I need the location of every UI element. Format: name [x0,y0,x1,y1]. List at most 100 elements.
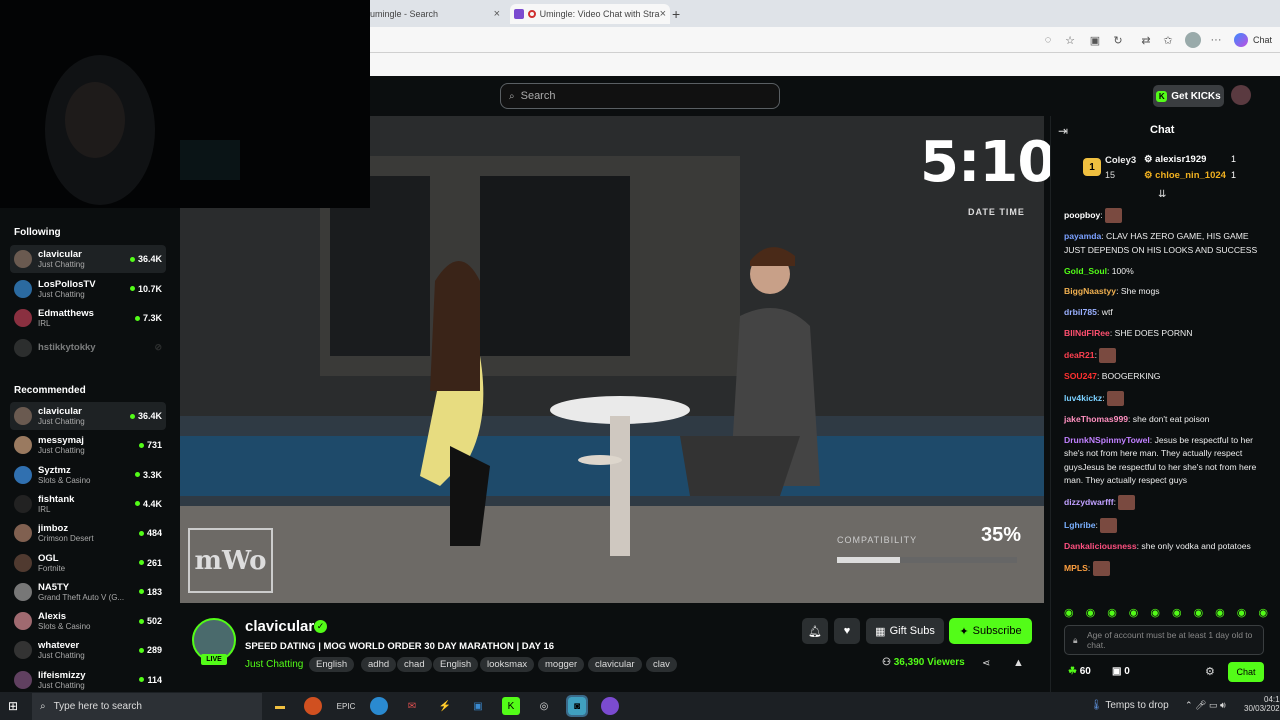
following-channel-row[interactable]: hstikkytokky ⊘ [10,334,166,362]
user-avatar[interactable] [1231,85,1251,105]
star-icon[interactable]: ☆ [1062,32,1078,48]
emote-icon[interactable]: ◉ [1064,606,1074,619]
emote-icon[interactable]: ◉ [1237,606,1247,619]
notification-bell-button[interactable]: 🔔︎ [802,618,828,644]
chat-username[interactable]: Lghribe [1064,519,1096,529]
chat-input[interactable]: 🔒︎ Age of account must be at least 1 day … [1064,625,1264,655]
recommended-channel-row[interactable]: whatever Just Chatting 289 [10,636,166,664]
chat-settings-icon[interactable]: ⚙ [1205,665,1215,678]
get-kicks-button[interactable]: K Get KICKs [1153,85,1224,107]
search-input[interactable]: ⌕ Search [500,83,780,109]
chat-username[interactable]: DrunkNSpinmyTowel [1064,435,1150,445]
collapse-chat-icon[interactable]: ⇥ [1058,124,1068,138]
file-explorer-icon[interactable]: ▬ [271,697,289,715]
recommended-channel-row[interactable]: Alexis Slots & Casino 502 [10,607,166,635]
chat-username[interactable]: dizzydwarfff [1064,497,1114,507]
emote-icon[interactable]: ◉ [1086,606,1096,619]
tab-umingle-search[interactable]: umingle - Search × [370,4,500,24]
following-channel-row[interactable]: Edmatthews IRL 7.3K [10,304,166,332]
chat-username[interactable]: Dankaliciousness [1064,541,1137,551]
favorites-icon[interactable]: ✩ [1160,32,1176,48]
recommended-channel-row[interactable]: messymaj Just Chatting 731 [10,431,166,459]
chat-username[interactable]: payamda [1064,231,1101,241]
emote-icon[interactable]: ◉ [1172,606,1182,619]
emote-icon[interactable]: ◉ [1107,606,1117,619]
windows-start-icon[interactable]: ⊞ [8,699,22,713]
leaderboard-top-name[interactable]: Coley3 [1105,155,1136,166]
recommended-channel-row[interactable]: jimboz Crimson Desert 484 [10,519,166,547]
chat-username[interactable]: luv4kickz [1064,393,1102,403]
stream-tag[interactable]: adhd [361,657,397,672]
stream-tag[interactable]: clavicular [588,657,642,672]
new-tab-button[interactable]: + [672,4,686,24]
emote-icon[interactable]: ◉ [1150,606,1160,619]
edge-icon[interactable] [370,697,388,715]
follow-button[interactable]: ♥ [834,618,860,644]
report-icon[interactable]: ▲ [1013,657,1024,669]
discord-icon[interactable]: ◙ [566,695,588,717]
tray-icons[interactable]: ⌃ 🎤︎ ▭ 🔊︎ [1185,700,1226,711]
stream-tag[interactable]: mogger [538,657,585,672]
chat-username[interactable]: poopboy [1064,210,1100,220]
split-icon[interactable]: ⇄ [1138,32,1154,48]
refresh-icon[interactable]: ↻ [1110,32,1126,48]
kicks-balance[interactable]: ▣ 0 [1112,666,1130,677]
umingle-app-icon[interactable] [601,697,619,715]
emote-icon[interactable]: ◉ [1129,606,1139,619]
kick-app-icon[interactable]: K [502,697,520,715]
channel-name: OGL [38,552,59,564]
firefox-icon[interactable] [304,697,322,715]
more-icon[interactable]: ··· [1208,32,1224,48]
send-chat-button[interactable]: Chat [1228,662,1264,682]
epic-games-icon[interactable]: EPIC [337,697,356,715]
recommended-channel-row[interactable]: clavicular Just Chatting 36.4K [10,402,166,430]
taskbar-search[interactable]: ⌕ Type here to search [32,693,262,720]
recommended-channel-row[interactable]: lifeismizzy Just Chatting 114 [10,666,166,694]
reader-icon[interactable]: ◌ [1040,32,1056,48]
close-tab-icon[interactable]: × [660,8,666,20]
obs-icon[interactable]: ◎ [535,697,553,715]
stream-tag[interactable]: looksmax [480,657,535,672]
share-icon[interactable]: ⋖ [982,658,990,669]
chat-username[interactable]: Gold_Soul [1064,266,1107,276]
expand-leaderboard-icon[interactable]: ⇊ [1158,189,1166,200]
stream-tag[interactable]: English [433,657,479,672]
profile-icon[interactable] [1185,32,1201,48]
leaderboard-name[interactable]: ⚙ alexisr1929 [1144,154,1206,165]
emote-icon[interactable]: ◉ [1194,606,1204,619]
chat-username[interactable]: BiggNaastyy [1064,286,1116,296]
recommended-channel-row[interactable]: NA5TY Grand Theft Auto V (G... 183 [10,578,166,606]
recommended-channel-row[interactable]: fishtank IRL 4.4K [10,490,166,518]
chat-label[interactable]: Chat [1253,35,1272,45]
mail-icon[interactable]: ✉ [403,697,421,715]
following-channel-row[interactable]: clavicular Just Chatting 36.4K [10,245,166,273]
stream-tag[interactable]: English [309,657,355,672]
chat-username[interactable]: SOU247 [1064,371,1097,381]
channel-points[interactable]: ☘ 60 [1068,666,1091,677]
extension-icon[interactable]: ▣ [1087,32,1103,48]
subscribe-button[interactable]: ✦ Subscribe [949,618,1032,644]
stream-category[interactable]: Just Chatting [245,659,303,670]
channel-name[interactable]: clavicular [245,618,314,635]
recommended-channel-row[interactable]: Syztmz Slots & Casino 3.3K [10,461,166,489]
stream-tag[interactable]: chad [397,657,432,672]
emote-icon[interactable]: ◉ [1258,606,1268,619]
app-icon[interactable]: ⚡ [436,697,454,715]
clock[interactable]: 04:1330/03/2026 [1244,695,1280,713]
chat-username[interactable]: MPLS [1064,562,1088,572]
close-tab-icon[interactable]: × [494,8,500,20]
tab-umingle-video[interactable]: Umingle: Video Chat with Stra × [510,4,670,24]
store-icon[interactable]: ▣ [469,697,487,715]
leaderboard-name[interactable]: ⚙ chloe_nin_1024 [1144,170,1226,181]
weather-widget[interactable]: 🌡︎ Temps to drop [1090,700,1169,711]
recommended-channel-row[interactable]: OGL Fortnite 261 [10,549,166,577]
emote-icon[interactable]: ◉ [1215,606,1225,619]
chat-username[interactable]: BIlNdFIRee [1064,328,1110,338]
chat-username[interactable]: drbil785 [1064,307,1097,317]
gift-subs-button[interactable]: ▦ Gift Subs [866,618,944,644]
stream-tag[interactable]: clav [646,657,677,672]
following-channel-row[interactable]: LosPollosTV Just Chatting 10.7K [10,275,166,303]
chat-username[interactable]: jakeThomas999 [1064,414,1128,424]
copilot-icon[interactable] [1234,33,1248,47]
chat-username[interactable]: deaR21 [1064,350,1095,360]
